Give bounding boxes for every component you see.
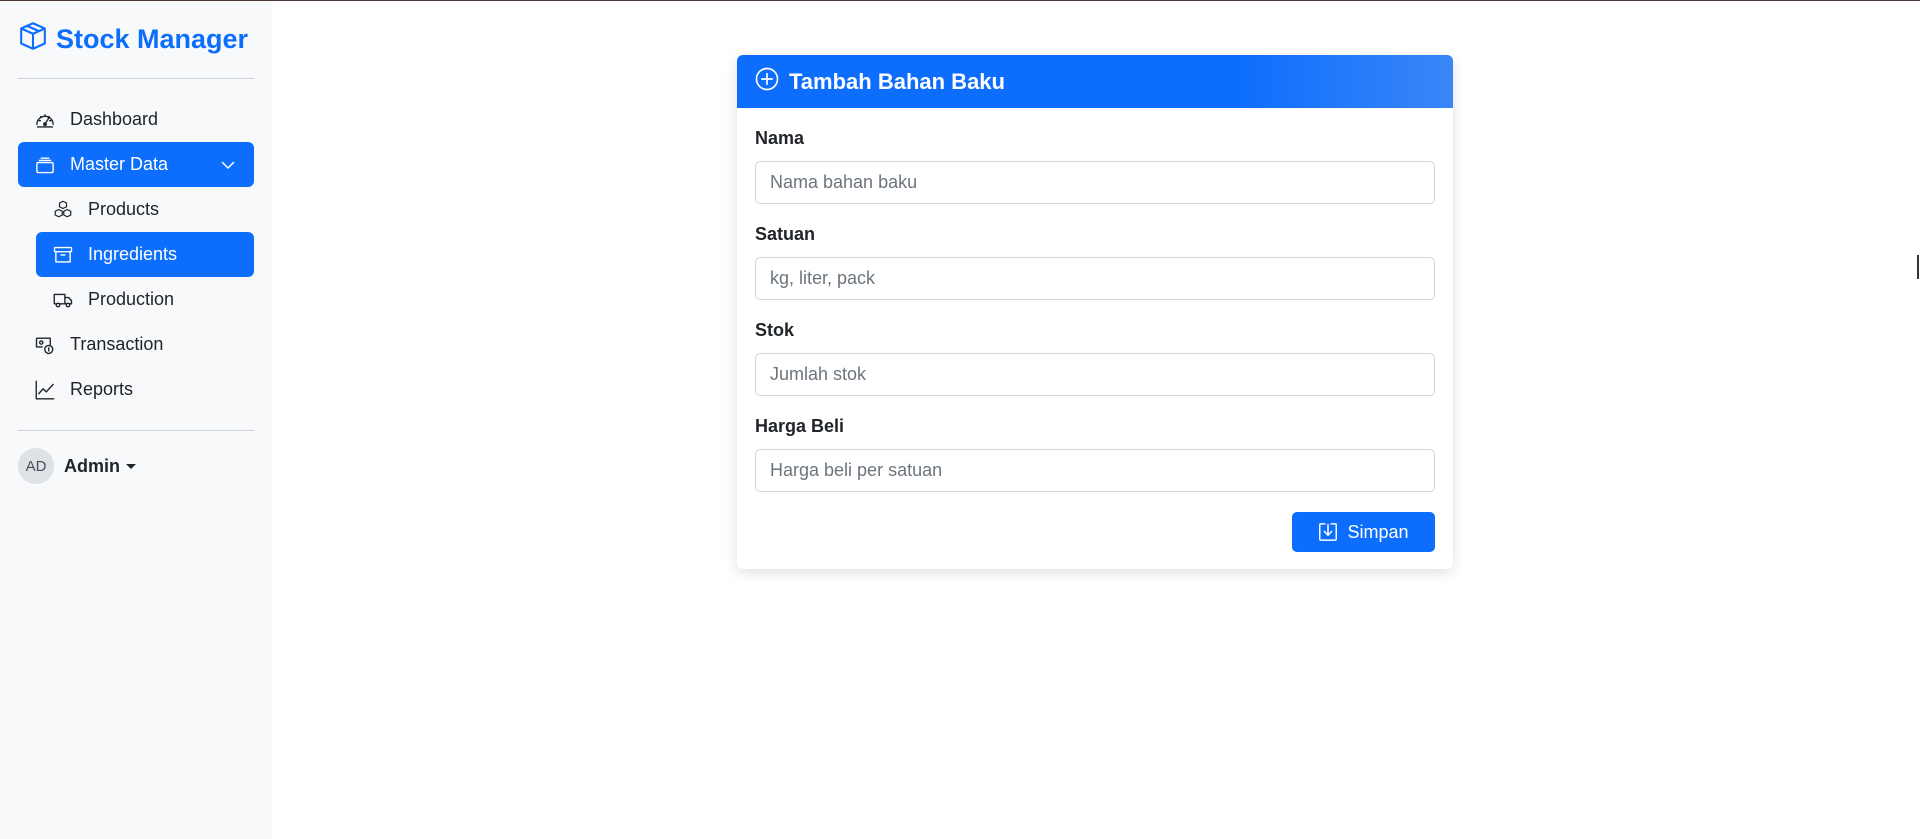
box-icon [18,21,48,58]
field-label: Nama [755,128,805,148]
save-button-label: Simpan [1347,521,1409,542]
sidebar-item-label: Ingredients [88,244,178,264]
sidebar-item-label: Products [88,199,160,219]
sidebar-divider [18,430,254,431]
save-button[interactable]: Simpan [1292,512,1435,552]
chevron-down-icon[interactable] [220,157,236,173]
user-name-dropdown[interactable]: Admin [64,456,136,477]
sidebar-item-label: Production [88,289,175,309]
form-group-satuan: Satuan [755,224,1435,300]
brand-name: Stock Manager [56,24,249,54]
sidebar-item-master-data[interactable]: Master Data [18,142,254,187]
user-menu[interactable]: AD Admin [18,447,254,485]
stack-icon [34,154,56,176]
sidebar-item-label: Transaction [70,334,164,354]
field-label: Stok [755,320,795,340]
card-header: Tambah Bahan Baku [737,55,1453,108]
graph-up-icon [34,379,56,401]
sidebar-nav: Dashboard Master Data Products Ingredien… [18,79,254,412]
plus-circle-icon [755,67,789,97]
nama-input[interactable] [755,161,1435,204]
sidebar-item-products[interactable]: Products [36,187,254,232]
sidebar-item-reports[interactable]: Reports [18,367,254,412]
form-group-nama: Nama [755,128,1435,204]
download-icon [1319,523,1338,541]
form-group-harga-beli: Harga Beli [755,416,1435,492]
sidebar-item-dashboard[interactable]: Dashboard [18,97,254,142]
page-title: Tambah Bahan Baku [789,68,1005,94]
brand[interactable]: Stock Manager [18,1,254,79]
caret-down-icon [126,463,136,469]
text-cursor [1917,255,1919,279]
field-label: Harga Beli [755,416,845,436]
window-top-border [0,0,1920,1]
satuan-input[interactable] [755,257,1435,300]
add-ingredient-card: Tambah Bahan Baku Nama Satuan Stok Harga… [737,55,1453,569]
stok-input[interactable] [755,353,1435,396]
sidebar-item-label: Reports [70,379,134,399]
sidebar-item-ingredients[interactable]: Ingredients [36,232,254,277]
boxes-icon [52,199,74,221]
harga-beli-input[interactable] [755,449,1435,492]
field-label: Satuan [755,224,816,244]
user-name: Admin [64,455,120,476]
sidebar-item-label: Dashboard [70,109,159,129]
sidebar-item-production[interactable]: Production [36,277,254,322]
form-group-stok: Stok [755,320,1435,396]
sidebar-item-label: Master Data [70,154,169,174]
form-actions: Simpan [755,512,1435,552]
speedometer-icon [34,109,56,131]
sidebar: Stock Manager Dashboard Master Data Prod… [0,1,272,839]
archive-icon [52,244,74,266]
truck-icon [52,289,74,311]
sidebar-item-transaction[interactable]: Transaction [18,322,254,367]
card-body: Nama Satuan Stok Harga Beli Simpan [737,108,1453,552]
avatar: AD [18,448,54,484]
cash-coin-icon [34,334,56,356]
